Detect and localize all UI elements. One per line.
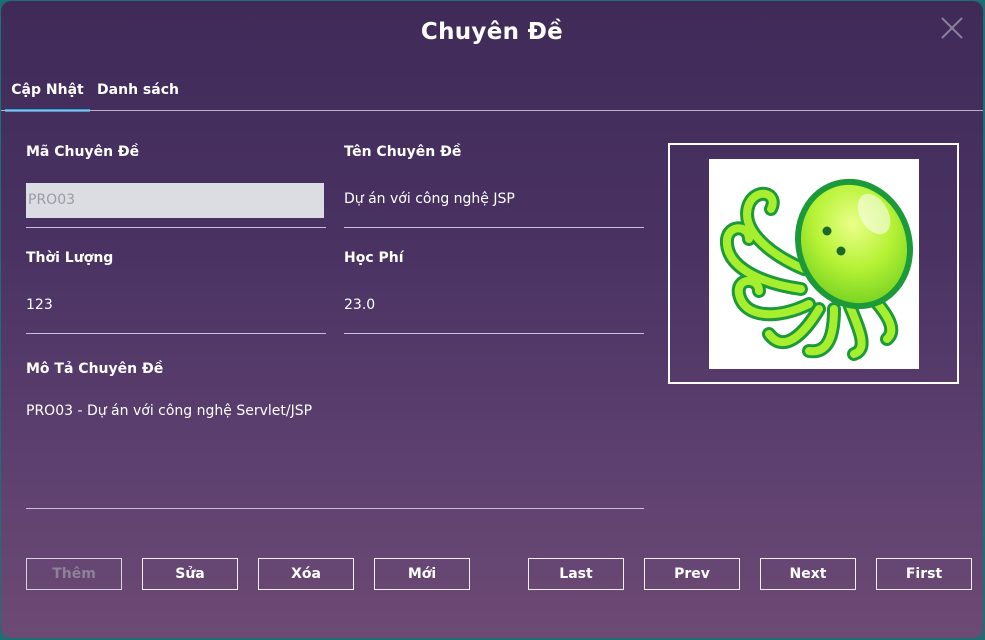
mo-ta-label: Mô Tả Chuyên Đề [26,361,164,377]
last-button[interactable]: Last [528,558,624,590]
tab-danh-sach[interactable]: Danh sách [97,73,179,109]
thoi-luong-label: Thời Lượng [26,250,114,266]
ma-chuyen-de-field[interactable]: PRO03 [26,183,326,228]
next-button[interactable]: Next [760,558,856,590]
hoc-phi-field[interactable]: 23.0 [344,297,644,334]
close-icon[interactable] [939,15,965,41]
sua-button[interactable]: Sửa [142,558,238,590]
hoc-phi-label: Học Phí [344,250,404,266]
image-frame[interactable] [668,143,959,384]
thoi-luong-field[interactable]: 123 [26,297,326,334]
dialog-title: Chuyên Đề [420,19,564,45]
mo-ta-textarea[interactable]: PRO03 - Dự án với công nghệ Servlet/JSP [26,397,644,509]
them-button[interactable]: Thêm [26,558,122,590]
ten-chuyen-de-value: Dự án với công nghệ JSP [344,191,515,207]
mo-ta-value: PRO03 - Dự án với công nghệ Servlet/JSP [26,403,313,419]
ma-chuyen-de-box: PRO03 [26,183,324,218]
first-button[interactable]: First [876,558,972,590]
ten-chuyen-de-label: Tên Chuyên Đề [344,144,462,160]
image-container [709,159,919,369]
ten-chuyen-de-field[interactable]: Dự án với công nghệ JSP [344,191,644,228]
ma-chuyen-de-label: Mã Chuyên Đề [26,144,140,160]
octopus-logo-icon [720,178,913,361]
thoi-luong-value: 123 [26,297,53,313]
dialog-window: Chuyên Đề Cập Nhật Danh sách Mã Chuyên Đ… [1,1,983,638]
moi-button[interactable]: Mới [374,558,470,590]
prev-button[interactable]: Prev [644,558,740,590]
hoc-phi-value: 23.0 [344,297,376,313]
tab-divider [1,110,983,111]
ma-chuyen-de-value: PRO03 [28,192,76,208]
xoa-button[interactable]: Xóa [258,558,354,590]
tab-cap-nhat[interactable]: Cập Nhật [5,73,90,112]
tab-bar: Cập Nhật Danh sách [1,73,983,112]
